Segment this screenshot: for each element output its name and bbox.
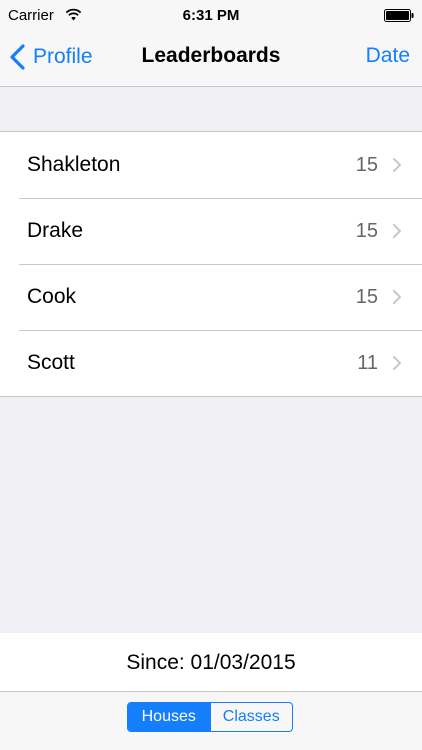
leaderboard-list: Shakleton 15 Drake 15 Cook 15 Scott 11 [0,131,422,397]
row-score: 11 [357,352,378,374]
row-name: Shakleton [27,153,121,176]
leaderboard-row[interactable]: Scott 11 [0,330,422,396]
bottom-toolbar: Houses Classes [0,691,422,750]
since-date-label: Since: 01/03/2015 [126,651,296,674]
row-name: Drake [27,219,84,242]
chevron-right-icon [393,290,401,304]
segment-classes[interactable]: Classes [209,703,293,731]
houses-classes-segmented-control: Houses Classes [127,702,293,732]
battery-icon [384,9,414,22]
date-button[interactable]: Date [366,44,410,68]
leaderboard-row[interactable]: Cook 15 [0,264,422,330]
page-title: Leaderboards [141,44,281,67]
chevron-right-icon [393,224,401,238]
top-bar: Carrier 6:31 PM Profile Leaderboards Dat… [0,0,422,87]
segment-houses[interactable]: Houses [128,703,210,731]
row-score: 15 [355,220,378,242]
row-score: 15 [355,154,378,176]
navigation-bar: Profile Leaderboards Date [0,30,422,86]
status-time: 6:31 PM [182,7,240,24]
chevron-right-icon [393,356,401,370]
since-bar: Since: 01/03/2015 [0,633,422,691]
chevron-right-icon [393,158,401,172]
row-name: Scott [27,351,75,374]
leaderboard-row[interactable]: Drake 15 [0,198,422,264]
row-name: Cook [27,285,77,308]
status-bar: Carrier 6:31 PM [0,0,422,30]
row-score: 15 [355,286,378,308]
leaderboard-row[interactable]: Shakleton 15 [0,132,422,198]
